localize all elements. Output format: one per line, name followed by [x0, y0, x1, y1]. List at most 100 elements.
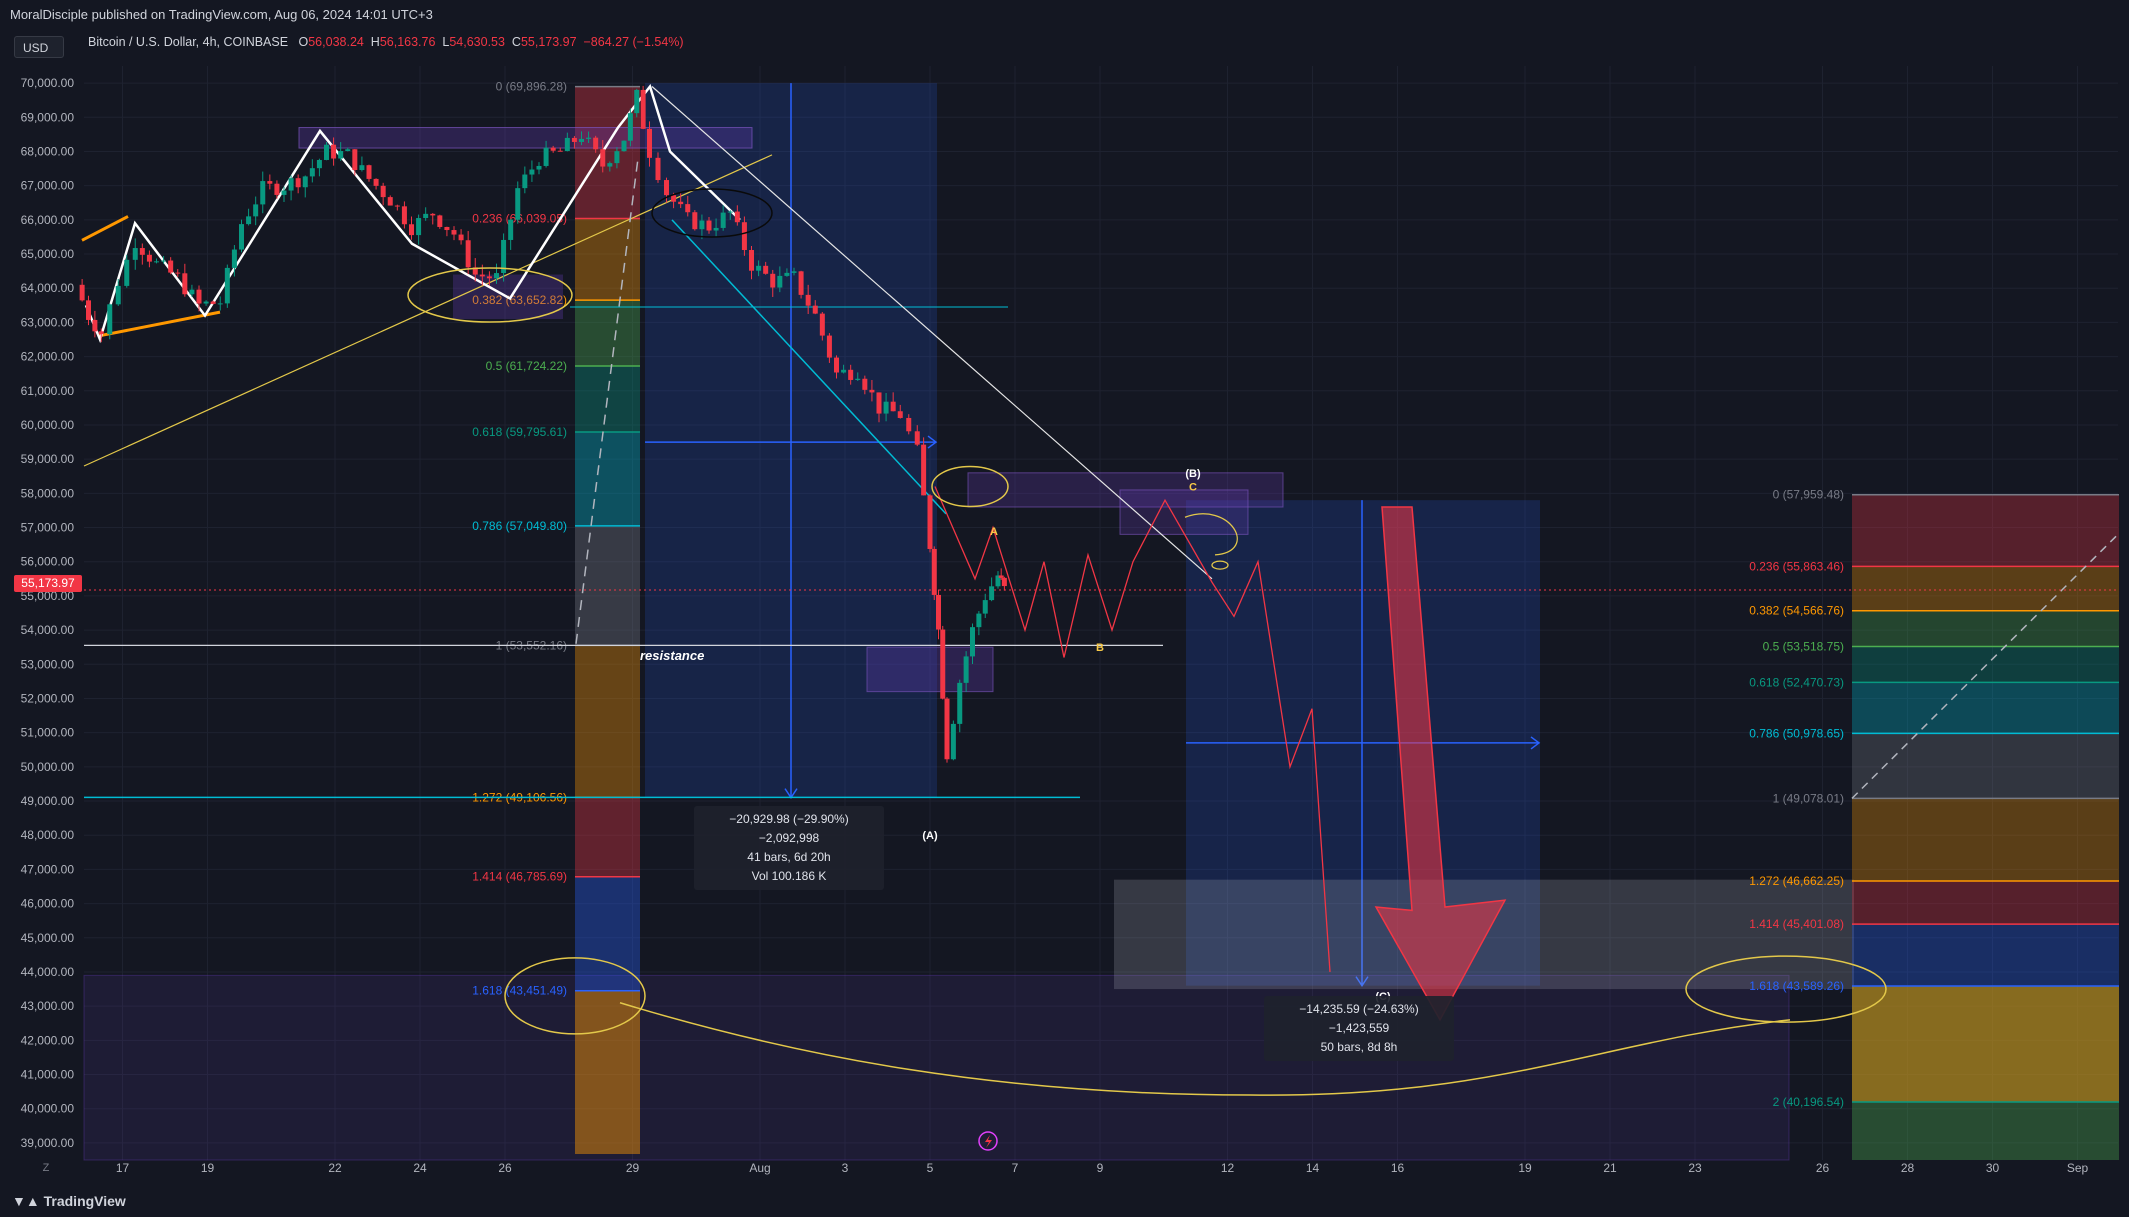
candle-body — [331, 144, 337, 159]
fib-left-label: 0.786 (57,049.80) — [472, 519, 567, 533]
wave-b-label: B — [1096, 642, 1104, 654]
candle-body — [522, 174, 528, 189]
fib-right-band — [1852, 733, 2119, 799]
candle-body — [316, 159, 322, 169]
candle-body — [557, 150, 563, 152]
candle-body — [352, 149, 358, 171]
y-tick-label: 59,000.00 — [21, 452, 75, 466]
candle-body — [189, 289, 195, 295]
y-tick-label: 49,000.00 — [21, 794, 75, 808]
fib-right-band — [1852, 494, 2119, 567]
fib-right-band — [1852, 1102, 2119, 1160]
y-tick-label: 67,000.00 — [21, 179, 75, 193]
candle-body — [168, 260, 174, 273]
candle-body — [614, 151, 620, 164]
fib-right-label: 0.618 (52,470.73) — [1749, 675, 1844, 689]
candle-body — [756, 265, 762, 271]
candle-body — [914, 431, 920, 445]
high-label: H — [370, 35, 380, 49]
candle-body — [401, 206, 407, 225]
candle-body — [239, 224, 244, 250]
candle-body — [338, 151, 344, 159]
currency-button[interactable]: USD — [14, 36, 64, 58]
zoom-reset-button[interactable]: Z — [38, 1160, 54, 1176]
candle-body — [98, 331, 104, 335]
tradingview-brand: TradingView — [43, 1193, 126, 1209]
x-tick-label: 26 — [1816, 1161, 1830, 1175]
fib-left-band — [575, 218, 640, 301]
open-value: 56,038.24 — [308, 35, 364, 49]
fib-left-band — [575, 876, 640, 991]
fib-right-band — [1852, 880, 2119, 925]
candle-body — [132, 248, 138, 260]
y-tick-label: 63,000.00 — [21, 315, 75, 329]
fib-left-band — [575, 431, 640, 526]
candle-body — [161, 260, 167, 262]
candle-body — [409, 224, 414, 236]
y-tick-label: 45,000.00 — [21, 931, 75, 945]
y-tick-label: 58,000.00 — [21, 486, 75, 500]
y-tick-label: 52,000.00 — [21, 691, 75, 705]
candle-body — [805, 294, 811, 306]
high-value: 56,163.76 — [379, 35, 436, 49]
close-label: C — [511, 35, 521, 49]
y-tick-label: 68,000.00 — [21, 144, 75, 158]
x-tick-label: 3 — [842, 1161, 849, 1175]
x-tick-label: 24 — [413, 1161, 427, 1175]
candle-body — [373, 178, 379, 186]
candle-body — [182, 273, 188, 295]
candle-body — [706, 220, 712, 231]
fib-right-label: 0.382 (54,566.76) — [1749, 604, 1844, 618]
candle-body — [196, 289, 202, 304]
y-tick-label: 42,000.00 — [21, 1033, 75, 1047]
candle-body — [217, 303, 223, 305]
fib-right-label: 0.786 (50,978.65) — [1749, 726, 1844, 740]
measure-box-2-line1: −14,235.59 (−24.63%) −1,423,559 — [1299, 1002, 1419, 1035]
candle-body — [897, 411, 903, 418]
fib-left-band — [575, 990, 640, 1154]
y-tick-label: 39,000.00 — [21, 1136, 75, 1150]
candle-body — [175, 272, 181, 274]
x-tick-label: 28 — [1901, 1161, 1915, 1175]
price-chart[interactable]: 39,000.00 40,000.00 41,000.00 42,000.00 43,0… — [0, 0, 2129, 1186]
candle-body — [288, 178, 294, 191]
candle-body — [841, 369, 847, 373]
candle-body — [957, 682, 963, 724]
candle-body — [107, 304, 113, 335]
measure-box-1-line1: −20,929.98 (−29.90%) −2,092,998 — [729, 812, 849, 845]
fib-right-label: 1.272 (46,662.25) — [1749, 874, 1844, 888]
candle-body — [203, 301, 209, 304]
candle-body — [741, 222, 747, 251]
measure-box-1-line3: Vol 100.186 K — [751, 869, 827, 883]
candle-body — [458, 234, 464, 241]
candle-body — [359, 165, 365, 171]
candle-body — [274, 183, 280, 195]
zone-box-b — [1119, 489, 1249, 535]
candle-body — [678, 201, 684, 205]
fib-left-band — [575, 525, 640, 646]
candle-body — [550, 147, 556, 151]
candle-body — [479, 274, 485, 277]
candle-body — [324, 144, 329, 160]
candle-body — [848, 369, 854, 380]
y-tick-label: 44,000.00 — [21, 965, 75, 979]
candle-body — [86, 300, 91, 320]
zone-box-top — [298, 127, 753, 149]
candle-body — [260, 181, 266, 205]
candle-body — [309, 168, 315, 177]
candle-body — [921, 444, 927, 496]
fib-right-band — [1852, 986, 2119, 1103]
candle-body — [515, 188, 521, 220]
fib-right-band — [1852, 682, 2119, 734]
candle-body — [826, 335, 832, 358]
candle-body — [763, 265, 769, 274]
y-tick-label: 47,000.00 — [21, 862, 75, 876]
fib-left-label: 1.618 (43,451.49) — [472, 984, 567, 998]
candle-body — [586, 137, 592, 139]
y-tick-label: 43,000.00 — [21, 999, 75, 1013]
y-tick-label: 41,000.00 — [21, 1068, 75, 1082]
candle-body — [862, 378, 868, 390]
measure-box-1-line2: 41 bars, 6d 20h — [747, 850, 831, 864]
candle-body — [465, 240, 471, 268]
candle-body — [124, 259, 130, 286]
